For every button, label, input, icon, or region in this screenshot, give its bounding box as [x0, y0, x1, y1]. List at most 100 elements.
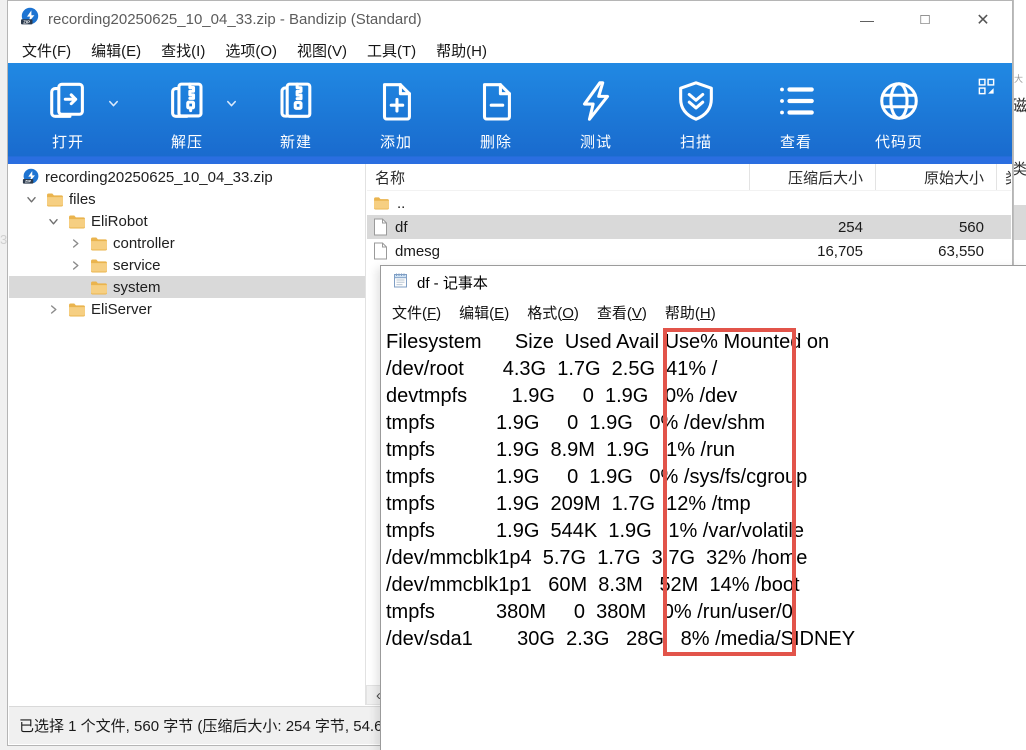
chevron-right-icon[interactable]	[65, 237, 85, 250]
tree-item-label: files	[69, 191, 96, 208]
delete-file-icon	[473, 73, 519, 129]
file-row-df[interactable]: df 254560	[367, 215, 1011, 239]
window-controls: — □ ✕	[838, 1, 1012, 38]
folder-icon	[46, 192, 64, 207]
tree-item-files[interactable]: files	[9, 188, 365, 210]
open-archive-icon	[45, 73, 91, 129]
bandizip-menu-item-5[interactable]: 工具(T)	[357, 38, 426, 63]
toolbar-button-label: 测试	[580, 131, 612, 152]
chevron-down-icon[interactable]	[225, 97, 238, 115]
test-icon	[573, 73, 619, 129]
bandizip-toolbar: 打开解压 新建 添加 删除 测试 扫描 查看代码页	[8, 63, 1012, 164]
file-original-size: 63,550	[875, 243, 996, 260]
column-header-2[interactable]: 原始大小	[875, 164, 996, 190]
file-original-size: 560	[875, 219, 996, 236]
file-row-dmesg[interactable]: dmesg16,70563,550	[367, 239, 1011, 263]
chevron-right-icon[interactable]	[43, 303, 63, 316]
file-compressed-size: 16,705	[749, 243, 875, 260]
folder-icon	[373, 196, 390, 210]
extract-icon	[164, 73, 210, 129]
tree-item-label: EliServer	[91, 301, 152, 318]
toolbar-button-new-archive[interactable]: 新建	[246, 73, 346, 157]
svg-text:ZIP: ZIP	[25, 179, 32, 184]
background-window-left-fragment: 3	[0, 232, 7, 247]
toolbar-button-label: 删除	[480, 131, 512, 152]
bandizip-menu-item-3[interactable]: 选项(O)	[215, 38, 287, 63]
notepad-icon	[392, 272, 409, 294]
toolbar-button-label: 扫描	[680, 131, 712, 152]
codepage-icon	[876, 73, 922, 129]
column-header-1[interactable]: 压缩后大小	[749, 164, 875, 190]
tree-item-controller[interactable]: controller	[9, 232, 365, 254]
bandizip-titlebar: ZIP recording20250625_10_04_33.zip - Ban…	[8, 1, 1012, 38]
bandizip-menu-item-4[interactable]: 视图(V)	[287, 38, 357, 63]
status-text: 已选择 1 个文件, 560 字节 (压缩后大小: 254 字节, 54.6	[19, 715, 382, 736]
notepad-menu-item-f[interactable]: 文件(F)	[383, 300, 450, 325]
tree-item-system[interactable]: system	[9, 276, 365, 298]
layout-grid-icon[interactable]	[977, 77, 996, 101]
folder-icon	[90, 236, 108, 251]
notepad-titlebar: df - 记事本	[381, 266, 1026, 299]
bandizip-menu-item-1[interactable]: 编辑(E)	[81, 38, 151, 63]
background-text-fragment: 磁	[1013, 92, 1026, 116]
tree-item-elirobot[interactable]: EliRobot	[9, 210, 365, 232]
zip-archive-icon: ZIP	[22, 168, 40, 186]
file-icon	[373, 218, 388, 236]
panel-splitter[interactable]	[365, 164, 366, 705]
toolbar-button-add-file[interactable]: 添加	[346, 73, 446, 157]
file-compressed-size: 254	[749, 219, 875, 236]
chevron-down-icon[interactable]	[43, 215, 63, 228]
toolbar-button-label: 新建	[280, 131, 312, 152]
notepad-menu-item-o[interactable]: 格式(O)	[518, 300, 588, 325]
tree-item-eliserver[interactable]: EliServer	[9, 298, 365, 320]
minimize-button[interactable]: —	[838, 1, 896, 38]
toolbar-button-delete-file[interactable]: 删除	[446, 73, 546, 157]
view-icon	[773, 73, 819, 129]
tree-item-label: controller	[113, 235, 175, 252]
notepad-menu-item-e[interactable]: 编辑(E)	[450, 300, 518, 325]
chevron-down-icon[interactable]	[21, 193, 41, 206]
file-list-header: 名称压缩后大小原始大小类型	[367, 164, 1011, 191]
toolbar-button-scan[interactable]: 扫描	[646, 73, 746, 157]
close-button[interactable]: ✕	[954, 1, 1012, 38]
maximize-button[interactable]: □	[896, 1, 954, 38]
background-text-fragment: 类	[1013, 158, 1026, 179]
tree-item-label: system	[113, 279, 161, 296]
chevron-down-icon[interactable]	[107, 97, 120, 115]
tree-item-label: recording20250625_10_04_33.zip	[45, 169, 273, 186]
screen: 3 大 磁 类 ZIP recording20250625_10_04_33.z…	[0, 0, 1026, 750]
notepad-title: df - 记事本	[417, 272, 488, 293]
toolbar-button-extract[interactable]: 解压	[128, 73, 246, 157]
toolbar-button-test[interactable]: 测试	[546, 73, 646, 157]
bandizip-menu-item-2[interactable]: 查找(I)	[151, 38, 215, 63]
red-annotation-rectangle	[663, 328, 796, 656]
file-list-panel: 名称压缩后大小原始大小类型 .. df 254560 dmesg16,70563,55…	[367, 164, 1011, 263]
new-archive-icon	[273, 73, 319, 129]
file-row--[interactable]: ..	[367, 191, 1011, 215]
column-header-3[interactable]: 类型	[996, 164, 1011, 190]
toolbar-button-label: 解压	[171, 131, 203, 152]
tree-item-service[interactable]: service	[9, 254, 365, 276]
file-name: df	[395, 219, 408, 236]
file-name: ..	[397, 195, 405, 212]
bandizip-menubar: 文件(F)编辑(E)查找(I)选项(O)视图(V)工具(T)帮助(H)	[8, 38, 1012, 63]
notepad-menu-item-h[interactable]: 帮助(H)	[656, 300, 725, 325]
toolbar-button-view[interactable]: 查看	[746, 73, 846, 157]
file-icon	[373, 242, 388, 260]
folder-icon	[68, 302, 86, 317]
background-selected-row-fragment	[1014, 205, 1026, 240]
tree-item-label: service	[113, 257, 161, 274]
tree-item-recording20250625-10-04-33-zip[interactable]: ZIP recording20250625_10_04_33.zip	[9, 166, 365, 188]
toolbar-button-open-archive[interactable]: 打开	[8, 73, 128, 157]
svg-text:ZIP: ZIP	[23, 19, 30, 24]
toolbar-button-codepage[interactable]: 代码页	[846, 73, 952, 157]
column-header-0[interactable]: 名称	[367, 164, 749, 190]
toolbar-button-label: 代码页	[875, 131, 923, 152]
toolbar-button-label: 添加	[380, 131, 412, 152]
window-title: recording20250625_10_04_33.zip - Bandizi…	[48, 11, 422, 28]
notepad-menu-item-v[interactable]: 查看(V)	[588, 300, 656, 325]
bandizip-menu-item-6[interactable]: 帮助(H)	[426, 38, 497, 63]
bandizip-menu-item-0[interactable]: 文件(F)	[12, 38, 81, 63]
chevron-right-icon[interactable]	[65, 259, 85, 272]
file-list-rows: .. df 254560 dmesg16,70563,550	[367, 191, 1011, 263]
